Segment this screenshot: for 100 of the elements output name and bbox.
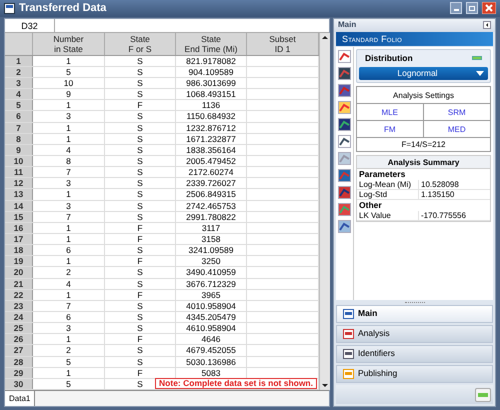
table-cell: 8 [33, 156, 105, 166]
row-header[interactable]: 2 [5, 66, 33, 78]
row-header[interactable]: 8 [5, 134, 33, 144]
table-cell: 3 [33, 178, 105, 188]
table-cell: 5 [33, 356, 105, 367]
column-header[interactable]: Number in State [33, 32, 105, 55]
row-header[interactable]: 23 [5, 300, 33, 312]
row-header[interactable]: 28 [5, 356, 33, 367]
panel-header: Main [338, 19, 358, 32]
table-cell: S [105, 312, 176, 322]
minimize-button[interactable] [450, 2, 462, 14]
row-header[interactable]: 29 [5, 368, 33, 378]
table-cell: S [105, 267, 176, 278]
row-header[interactable]: 16 [5, 222, 33, 234]
row-header[interactable]: 14 [5, 200, 33, 211]
maximize-button[interactable] [466, 2, 478, 14]
table-cell: 4 [33, 144, 105, 156]
row-header[interactable]: 11 [5, 167, 33, 178]
table-cell: 3 [33, 111, 105, 122]
table-cell: S [105, 245, 176, 256]
setting-option[interactable]: MED [424, 120, 490, 138]
table-cell: 1136 [176, 100, 247, 110]
table-cell: S [105, 111, 176, 122]
column-header[interactable]: State End Time (Mi) [176, 32, 247, 55]
settings-title: Analysis Settings [357, 86, 490, 104]
row-header[interactable]: 13 [5, 189, 33, 200]
row-header[interactable]: 9 [5, 144, 33, 156]
row-header[interactable]: 15 [5, 212, 33, 222]
dropdown-caret-icon[interactable] [476, 70, 484, 76]
table-cell: S [105, 66, 176, 78]
row-header[interactable]: 10 [5, 156, 33, 166]
table-cell: 3 [33, 200, 105, 211]
table-cell: 3250 [176, 256, 247, 266]
parameter-name: LK Value [357, 210, 419, 220]
row-header[interactable]: 20 [5, 267, 33, 278]
row-header[interactable]: 18 [5, 245, 33, 256]
vertical-scrollbar[interactable] [319, 32, 330, 390]
summary-title: Analysis Summary [357, 156, 490, 169]
table-cell: 1 [33, 368, 105, 378]
table-cell: 4010.958904 [176, 300, 247, 312]
column-header[interactable]: State F or S [105, 32, 176, 55]
row-header[interactable]: 27 [5, 345, 33, 356]
table-cell: 4345.205479 [176, 312, 247, 322]
table-cell: 1 [33, 134, 105, 144]
row-header[interactable]: 30 [5, 378, 33, 389]
table-cell: S [105, 278, 176, 289]
table-cell: 2 [33, 267, 105, 278]
table-cell: 2339.726027 [176, 178, 247, 188]
row-header[interactable]: 22 [5, 290, 33, 300]
nav-button[interactable]: Analysis [336, 324, 493, 343]
row-header[interactable]: 5 [5, 100, 33, 110]
row-header[interactable]: 7 [5, 122, 33, 133]
nav-button[interactable]: Main [336, 304, 493, 323]
row-header[interactable]: 21 [5, 278, 33, 289]
table-cell: 4679.452055 [176, 345, 247, 356]
section-icon [343, 328, 354, 339]
row-header[interactable]: 1 [5, 56, 33, 66]
table-cell: 4646 [176, 334, 247, 344]
row-header[interactable]: 12 [5, 178, 33, 188]
row-header[interactable]: 19 [5, 256, 33, 266]
table-cell: S [105, 56, 176, 66]
table-cell: S [105, 122, 176, 133]
table-cell: 1 [33, 334, 105, 344]
table-cell: 6 [33, 245, 105, 256]
distribution-dropdown[interactable]: Lognormal [359, 66, 488, 80]
table-cell: S [105, 300, 176, 312]
table-cell: 821.9178082 [176, 56, 247, 66]
line-plot-icon[interactable] [338, 66, 351, 80]
nav-button[interactable]: Identifiers [336, 344, 493, 363]
section-icon [343, 368, 354, 379]
row-header[interactable]: 4 [5, 89, 33, 100]
row-header[interactable]: 3 [5, 78, 33, 88]
table-cell: 3490.410959 [176, 267, 247, 278]
table-cell: S [105, 323, 176, 334]
table-cell: 1838.356164 [176, 144, 247, 156]
table-cell: 2 [33, 345, 105, 356]
window-icon [4, 2, 15, 14]
table-cell: S [105, 345, 176, 356]
row-header[interactable]: 25 [5, 323, 33, 334]
pin-icon[interactable] [483, 21, 491, 30]
table-cell: 1150.684932 [176, 111, 247, 122]
table-cell: 5 [33, 378, 105, 389]
table-cell: S [105, 78, 176, 88]
nav-button[interactable]: Publishing [336, 364, 493, 383]
window-title: Transferred Data [19, 1, 106, 16]
row-header[interactable]: 6 [5, 111, 33, 122]
table-cell: 1 [33, 56, 105, 66]
row-header[interactable]: 26 [5, 334, 33, 344]
table-cell: 3117 [176, 222, 247, 234]
row-header[interactable]: 17 [5, 234, 33, 244]
table-cell: 10 [33, 78, 105, 88]
setting-option[interactable]: MLE [357, 104, 424, 121]
sheet-tab[interactable]: Data1 [5, 391, 36, 406]
table-cell: 6 [33, 312, 105, 322]
table-cell: 1 [33, 100, 105, 110]
setting-option[interactable]: FM [357, 120, 424, 138]
close-button[interactable] [482, 2, 496, 14]
setting-option[interactable]: SRM [424, 104, 490, 121]
table-cell: 3676.712329 [176, 278, 247, 289]
row-header[interactable]: 24 [5, 312, 33, 322]
